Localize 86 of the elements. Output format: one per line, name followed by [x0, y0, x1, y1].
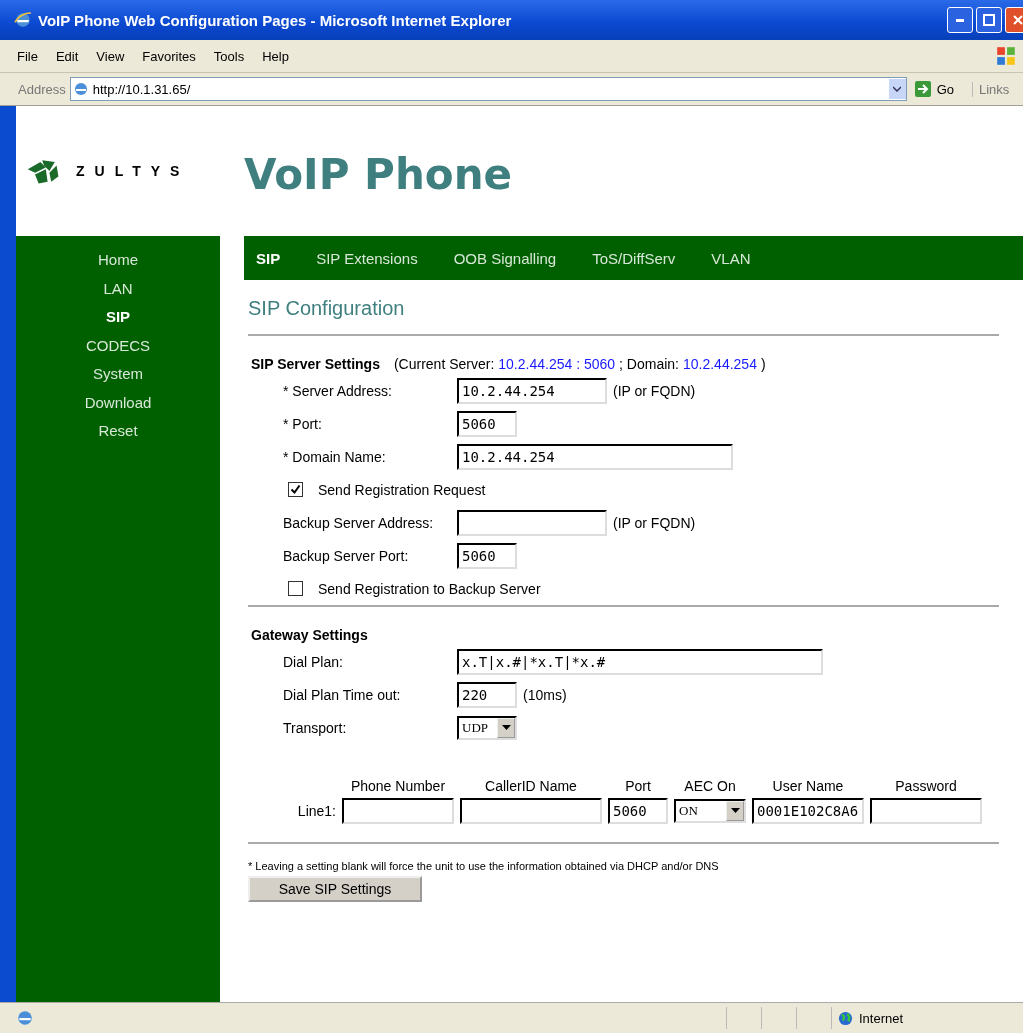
field-label: Backup Server Address: [283, 514, 435, 531]
input-field[interactable] [870, 798, 982, 824]
checkbox[interactable] [288, 482, 303, 497]
close-icon [1012, 14, 1023, 26]
menu-item[interactable]: Tools [204, 48, 254, 64]
section-title: Gateway Settings [251, 627, 368, 643]
menu-item[interactable]: Help [253, 48, 298, 64]
line-label: Line1: [296, 803, 336, 819]
field-hint: (IP or FQDN) [613, 514, 696, 531]
globe-icon [838, 1010, 853, 1026]
windows-flag-icon [995, 45, 1017, 67]
minimize-button[interactable] [947, 7, 973, 33]
arrow-icon [914, 81, 931, 97]
field-label: * Domain Name: [283, 448, 387, 465]
menu-item[interactable]: View [87, 48, 134, 64]
server-value: 10.2.44.254 : 5060 [498, 356, 616, 372]
input-field[interactable] [457, 509, 607, 536]
tab[interactable]: SIP Extensions [316, 249, 418, 267]
address-field[interactable]: http://10.1.31.65/ [69, 77, 907, 101]
dropdown-icon[interactable] [888, 79, 906, 99]
links-button[interactable]: Links [972, 81, 1019, 97]
checkbox[interactable] [288, 581, 303, 596]
input-field[interactable]: 5060 [457, 410, 517, 437]
sidebar-link[interactable]: SIP [105, 303, 131, 332]
menu-item[interactable]: File [8, 48, 47, 64]
window-title: VoIP Phone Web Configuration Pages - Microsoft Internet Explorer [38, 11, 513, 29]
field-hint: (10ms) [523, 686, 567, 703]
field-hint: (IP or FQDN) [613, 382, 696, 399]
input-field[interactable]: 5060 [457, 542, 517, 569]
dropdown-icon [501, 724, 511, 731]
input-field[interactable]: 10.2.44.254 [457, 377, 607, 404]
input-field[interactable]: 10.2.44.254 [457, 443, 733, 470]
column-header: CallerID Name [484, 778, 578, 794]
maximize-button[interactable] [976, 7, 1002, 33]
section-title: SIP Server Settings [251, 356, 380, 372]
minimize-icon [956, 18, 964, 22]
checkbox-label: Send Registration Request [318, 481, 486, 498]
input-field[interactable]: x.T|x.#|*x.T|*x.# [457, 648, 823, 675]
menu-item[interactable]: Edit [46, 48, 88, 64]
checkbox-label: Send Registration to Backup Server [318, 580, 541, 597]
input-field[interactable]: 0001E102C8A6 [752, 798, 864, 824]
save-button[interactable]: Save SIP Settings [248, 876, 422, 902]
browser-icon [14, 11, 32, 29]
field-label: Transport: [283, 719, 348, 736]
field-label: * Port: [283, 415, 323, 432]
column-header: Phone Number [349, 778, 447, 794]
page-icon [16, 1009, 34, 1027]
column-header: Password [894, 778, 958, 794]
dropdown-icon [730, 808, 740, 814]
tab[interactable]: SIP [256, 249, 281, 267]
page-icon [72, 81, 89, 97]
field-label: Dial Plan Time out: [283, 686, 402, 703]
footnote: * Leaving a setting blank will force the unit to use the information obtained via DHCP and/or DNS [248, 860, 720, 872]
sidebar-link[interactable]: System [93, 360, 143, 389]
field-label: Dial Plan: [283, 653, 344, 670]
tab[interactable]: VLAN [711, 249, 751, 267]
input-field[interactable]: 5060 [608, 798, 668, 824]
go-button[interactable]: Go [910, 81, 968, 97]
zone-label: Internet [859, 1010, 904, 1026]
section-heading: SIP Configuration [248, 297, 406, 320]
aec-select[interactable]: ON [674, 799, 746, 823]
server-value: 10.2.44.254 [683, 356, 757, 372]
server-note: (Current Server: [393, 356, 495, 372]
server-note: ) [760, 356, 766, 372]
logo-text: ZULTYS [76, 163, 190, 179]
maximize-icon [983, 14, 995, 26]
page-title: VoIP Phone [244, 148, 513, 199]
sidebar-link[interactable]: Reset [98, 417, 138, 446]
server-note: ; Domain: [619, 356, 679, 372]
input-field[interactable] [342, 798, 454, 824]
field-label: Backup Server Port: [283, 547, 410, 564]
sidebar-link[interactable]: Home [98, 246, 138, 275]
sidebar-link[interactable]: CODECS [85, 331, 151, 360]
input-field[interactable] [460, 798, 602, 824]
input-field[interactable]: 220 [457, 681, 517, 708]
tab[interactable]: ToS/DiffServ [592, 249, 676, 267]
sidebar-link[interactable]: Download [84, 388, 152, 417]
transport-select[interactable]: UDP [457, 715, 517, 740]
field-label: * Server Address: [283, 382, 393, 399]
address-label: Address [17, 81, 66, 97]
sidebar-link[interactable]: LAN [103, 274, 133, 303]
column-header: AEC On [683, 778, 737, 794]
tab[interactable]: OOB Signalling [453, 249, 557, 267]
column-header: Port [624, 778, 652, 794]
menu-item[interactable]: Favorites [133, 48, 205, 64]
column-header: User Name [771, 778, 845, 794]
